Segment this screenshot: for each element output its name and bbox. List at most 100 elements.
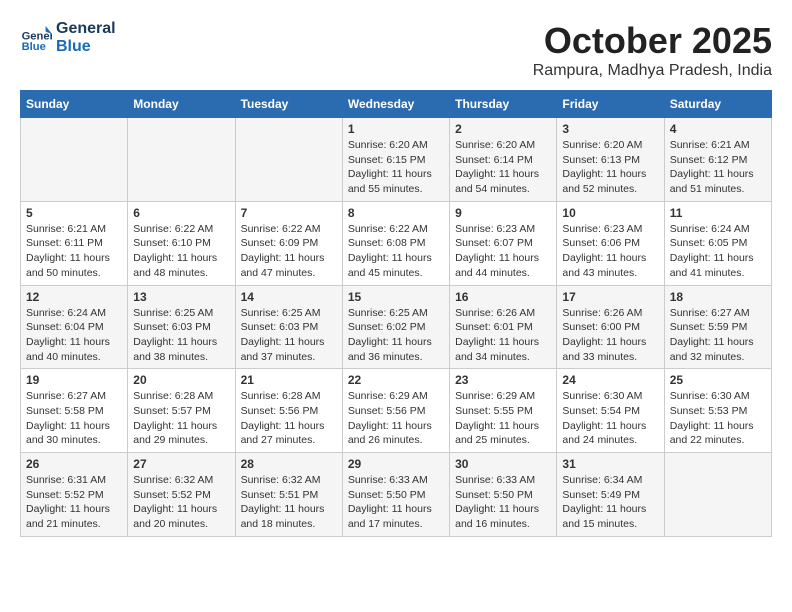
- day-number: 5: [26, 206, 122, 220]
- cell-content: Sunrise: 6:33 AMSunset: 5:50 PMDaylight:…: [348, 473, 444, 532]
- cell-line: Daylight: 11 hours: [26, 502, 122, 517]
- weekday-header-saturday: Saturday: [664, 91, 771, 118]
- cell-line: Sunrise: 6:23 AM: [562, 222, 658, 237]
- logo: General Blue General Blue: [20, 20, 116, 56]
- cell-line: Sunset: 6:14 PM: [455, 153, 551, 168]
- week-row-5: 26Sunrise: 6:31 AMSunset: 5:52 PMDayligh…: [21, 453, 772, 537]
- calendar-cell: 17Sunrise: 6:26 AMSunset: 6:00 PMDayligh…: [557, 285, 664, 369]
- cell-line: and 18 minutes.: [241, 517, 337, 532]
- weekday-header-sunday: Sunday: [21, 91, 128, 118]
- cell-content: Sunrise: 6:30 AMSunset: 5:54 PMDaylight:…: [562, 389, 658, 448]
- calendar-cell: 25Sunrise: 6:30 AMSunset: 5:53 PMDayligh…: [664, 369, 771, 453]
- calendar-cell: 31Sunrise: 6:34 AMSunset: 5:49 PMDayligh…: [557, 453, 664, 537]
- cell-line: Sunset: 6:03 PM: [133, 320, 229, 335]
- day-number: 19: [26, 373, 122, 387]
- calendar-cell: 19Sunrise: 6:27 AMSunset: 5:58 PMDayligh…: [21, 369, 128, 453]
- cell-line: Daylight: 11 hours: [133, 419, 229, 434]
- cell-line: and 25 minutes.: [455, 433, 551, 448]
- week-row-3: 12Sunrise: 6:24 AMSunset: 6:04 PMDayligh…: [21, 285, 772, 369]
- cell-line: Daylight: 11 hours: [348, 419, 444, 434]
- cell-line: and 30 minutes.: [26, 433, 122, 448]
- day-number: 28: [241, 457, 337, 471]
- cell-line: Daylight: 11 hours: [455, 251, 551, 266]
- cell-line: Sunset: 5:56 PM: [348, 404, 444, 419]
- cell-line: Sunrise: 6:22 AM: [348, 222, 444, 237]
- cell-line: and 36 minutes.: [348, 350, 444, 365]
- cell-line: and 55 minutes.: [348, 182, 444, 197]
- week-row-2: 5Sunrise: 6:21 AMSunset: 6:11 PMDaylight…: [21, 201, 772, 285]
- cell-line: Sunrise: 6:33 AM: [348, 473, 444, 488]
- cell-line: Sunrise: 6:21 AM: [670, 138, 766, 153]
- weekday-header-row: SundayMondayTuesdayWednesdayThursdayFrid…: [21, 91, 772, 118]
- cell-content: Sunrise: 6:20 AMSunset: 6:13 PMDaylight:…: [562, 138, 658, 197]
- cell-line: Sunrise: 6:29 AM: [348, 389, 444, 404]
- calendar-cell: 18Sunrise: 6:27 AMSunset: 5:59 PMDayligh…: [664, 285, 771, 369]
- cell-line: Sunset: 5:59 PM: [670, 320, 766, 335]
- calendar-table: SundayMondayTuesdayWednesdayThursdayFrid…: [20, 90, 772, 537]
- calendar-cell: 1Sunrise: 6:20 AMSunset: 6:15 PMDaylight…: [342, 118, 449, 202]
- day-number: 27: [133, 457, 229, 471]
- cell-line: Sunset: 5:54 PM: [562, 404, 658, 419]
- cell-line: and 54 minutes.: [455, 182, 551, 197]
- day-number: 10: [562, 206, 658, 220]
- cell-line: Sunrise: 6:28 AM: [133, 389, 229, 404]
- cell-line: Daylight: 11 hours: [348, 167, 444, 182]
- calendar-cell: 14Sunrise: 6:25 AMSunset: 6:03 PMDayligh…: [235, 285, 342, 369]
- cell-content: Sunrise: 6:30 AMSunset: 5:53 PMDaylight:…: [670, 389, 766, 448]
- cell-line: and 26 minutes.: [348, 433, 444, 448]
- calendar-cell: 29Sunrise: 6:33 AMSunset: 5:50 PMDayligh…: [342, 453, 449, 537]
- cell-line: Sunset: 5:49 PM: [562, 488, 658, 503]
- cell-line: and 34 minutes.: [455, 350, 551, 365]
- cell-line: Sunset: 6:15 PM: [348, 153, 444, 168]
- cell-line: Sunset: 6:01 PM: [455, 320, 551, 335]
- cell-line: Daylight: 11 hours: [133, 502, 229, 517]
- calendar-cell: [21, 118, 128, 202]
- location-title: Rampura, Madhya Pradesh, India: [533, 62, 772, 80]
- cell-line: and 38 minutes.: [133, 350, 229, 365]
- cell-line: and 15 minutes.: [562, 517, 658, 532]
- cell-line: Daylight: 11 hours: [26, 251, 122, 266]
- cell-line: and 50 minutes.: [26, 266, 122, 281]
- cell-content: Sunrise: 6:25 AMSunset: 6:02 PMDaylight:…: [348, 306, 444, 365]
- cell-line: Sunset: 6:13 PM: [562, 153, 658, 168]
- cell-line: Sunset: 5:52 PM: [133, 488, 229, 503]
- day-number: 8: [348, 206, 444, 220]
- cell-content: Sunrise: 6:31 AMSunset: 5:52 PMDaylight:…: [26, 473, 122, 532]
- cell-line: and 41 minutes.: [670, 266, 766, 281]
- cell-line: Daylight: 11 hours: [241, 251, 337, 266]
- calendar-cell: 15Sunrise: 6:25 AMSunset: 6:02 PMDayligh…: [342, 285, 449, 369]
- cell-line: Sunrise: 6:25 AM: [348, 306, 444, 321]
- cell-line: Sunset: 6:10 PM: [133, 236, 229, 251]
- calendar-cell: 23Sunrise: 6:29 AMSunset: 5:55 PMDayligh…: [450, 369, 557, 453]
- calendar-cell: 4Sunrise: 6:21 AMSunset: 6:12 PMDaylight…: [664, 118, 771, 202]
- cell-line: Daylight: 11 hours: [670, 251, 766, 266]
- cell-line: Sunrise: 6:33 AM: [455, 473, 551, 488]
- cell-line: Sunrise: 6:20 AM: [348, 138, 444, 153]
- cell-line: Daylight: 11 hours: [26, 419, 122, 434]
- cell-line: Sunset: 5:55 PM: [455, 404, 551, 419]
- cell-line: Sunset: 5:51 PM: [241, 488, 337, 503]
- cell-line: and 40 minutes.: [26, 350, 122, 365]
- day-number: 22: [348, 373, 444, 387]
- cell-line: Daylight: 11 hours: [455, 335, 551, 350]
- cell-line: Sunrise: 6:26 AM: [562, 306, 658, 321]
- cell-content: Sunrise: 6:33 AMSunset: 5:50 PMDaylight:…: [455, 473, 551, 532]
- cell-line: Sunrise: 6:20 AM: [455, 138, 551, 153]
- cell-line: and 45 minutes.: [348, 266, 444, 281]
- day-number: 7: [241, 206, 337, 220]
- cell-line: Sunset: 6:00 PM: [562, 320, 658, 335]
- cell-line: and 52 minutes.: [562, 182, 658, 197]
- cell-line: and 16 minutes.: [455, 517, 551, 532]
- calendar-cell: 2Sunrise: 6:20 AMSunset: 6:14 PMDaylight…: [450, 118, 557, 202]
- day-number: 18: [670, 290, 766, 304]
- cell-line: Sunrise: 6:26 AM: [455, 306, 551, 321]
- cell-line: Sunset: 6:11 PM: [26, 236, 122, 251]
- cell-line: Daylight: 11 hours: [670, 167, 766, 182]
- day-number: 6: [133, 206, 229, 220]
- logo-icon: General Blue: [20, 22, 52, 54]
- cell-line: Sunset: 5:52 PM: [26, 488, 122, 503]
- logo-text-general: General: [56, 20, 116, 38]
- calendar-cell: 20Sunrise: 6:28 AMSunset: 5:57 PMDayligh…: [128, 369, 235, 453]
- cell-content: Sunrise: 6:34 AMSunset: 5:49 PMDaylight:…: [562, 473, 658, 532]
- cell-line: Daylight: 11 hours: [562, 502, 658, 517]
